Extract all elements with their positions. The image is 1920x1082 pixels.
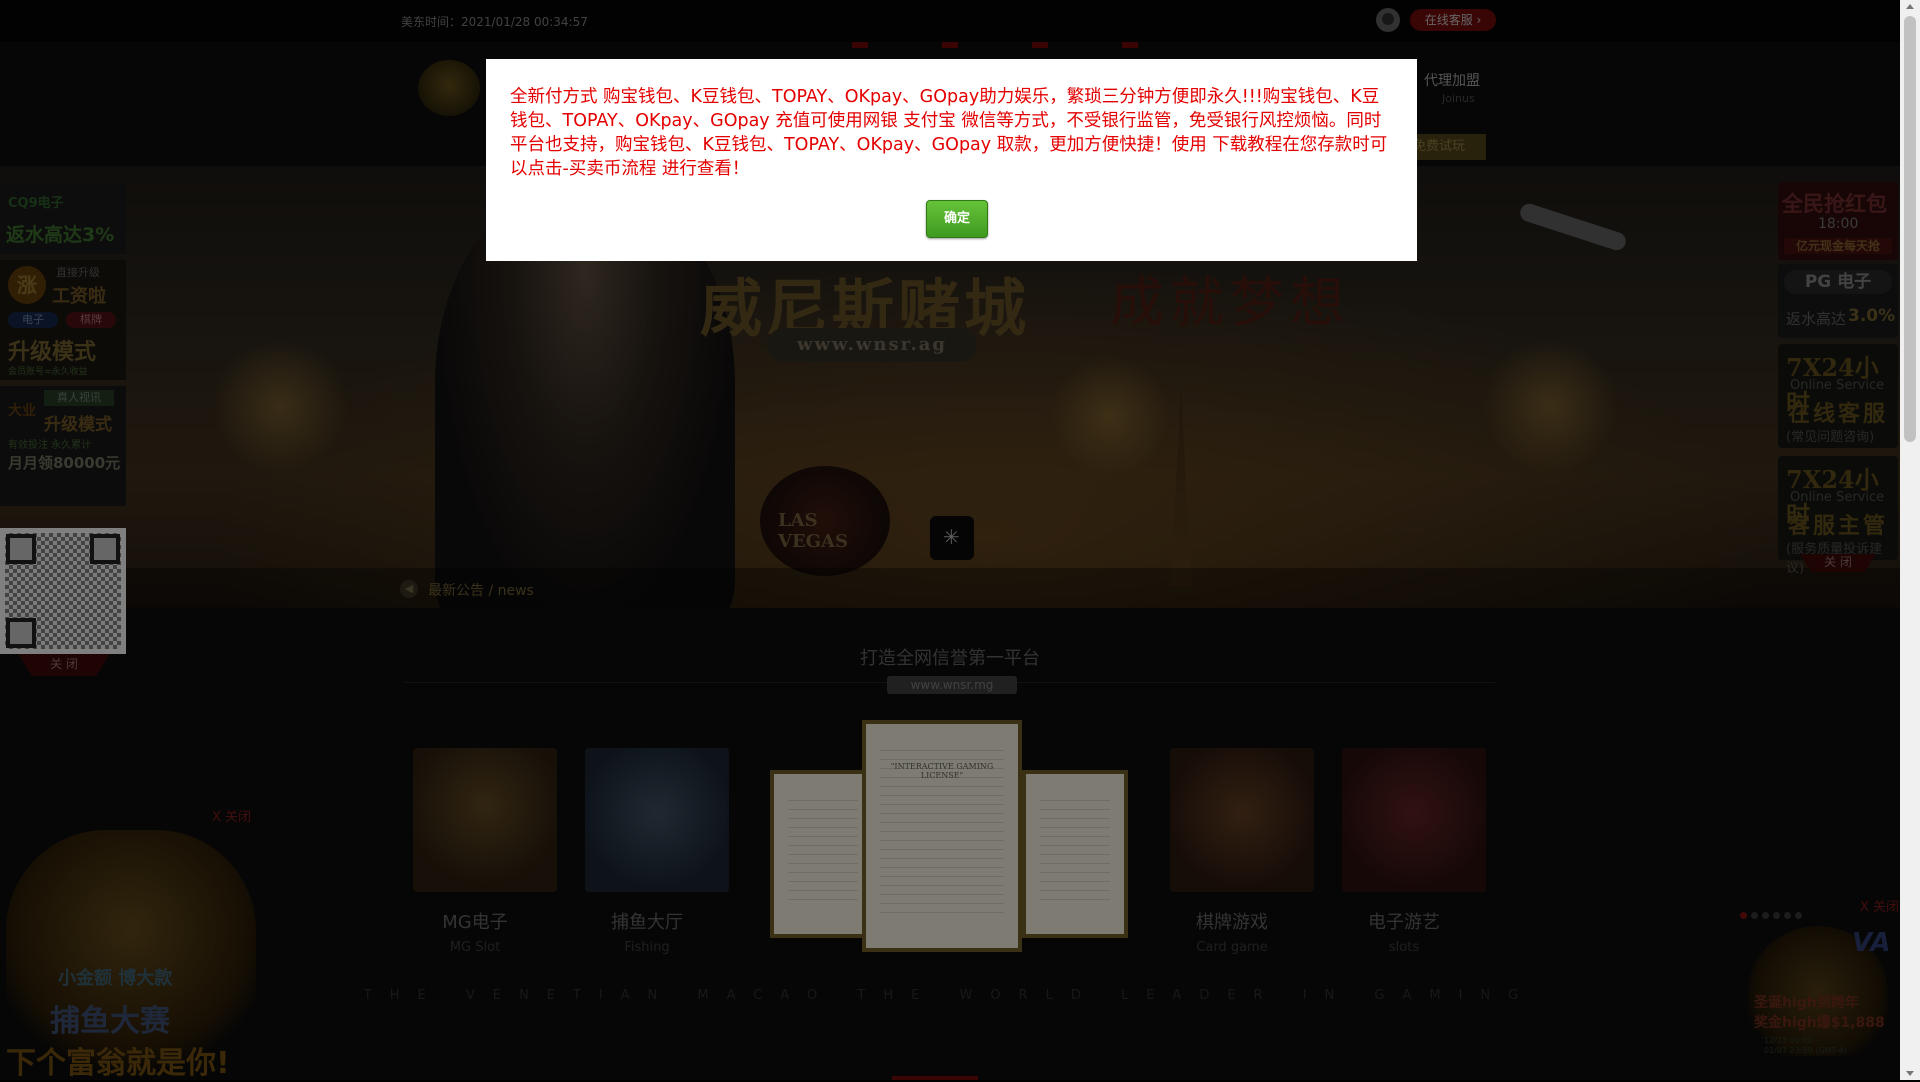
payment-notice-message: 全新付方式 购宝钱包、K豆钱包、TOPAY、OKpay、GOpay助力娱乐，繁琐… [510,87,1388,179]
scrollbar-thumb[interactable] [1904,16,1916,442]
scroll-up-arrow-icon[interactable] [1906,4,1914,9]
confirm-button[interactable]: 确定 [926,200,988,238]
page: 美东时间：2021/01/28 00:34:57 在线客服 › 代理加盟 Joi… [0,0,1920,1081]
scroll-down-arrow-icon[interactable] [1906,1071,1914,1076]
payment-notice-dialog: 全新付方式 购宝钱包、K豆钱包、TOPAY、OKpay、GOpay助力娱乐，繁琐… [486,59,1417,261]
vertical-scrollbar[interactable] [1900,0,1920,1080]
